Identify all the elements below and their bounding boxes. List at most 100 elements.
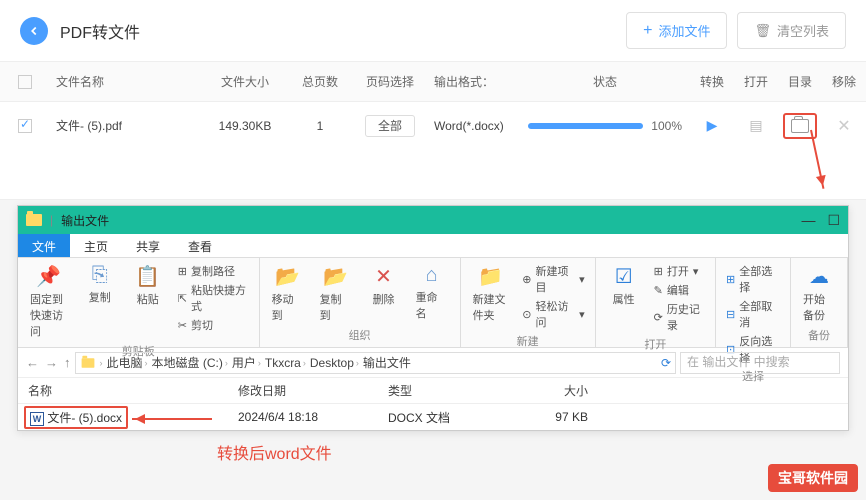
- nav-buttons: ← → ↑: [26, 355, 71, 370]
- copy-to-icon: 📂: [323, 264, 348, 289]
- copy-button[interactable]: ⎘复制: [80, 262, 120, 341]
- bc-seg[interactable]: 用户›: [232, 354, 261, 371]
- properties-icon: ☑: [615, 264, 633, 289]
- open-side: ⊞打开▾ ✎编辑 ⟳历史记录: [652, 262, 707, 334]
- minimize-button[interactable]: —: [801, 212, 815, 229]
- delete-button[interactable]: ✕删除: [364, 262, 404, 325]
- col-type[interactable]: 类型: [388, 382, 498, 399]
- paste-button[interactable]: 📋粘贴: [128, 262, 168, 341]
- progress-bar: [528, 123, 643, 129]
- refresh-button[interactable]: ⟳: [661, 356, 671, 370]
- open-button[interactable]: ▤: [734, 117, 778, 134]
- bc-seg[interactable]: Tkxcra›: [265, 356, 306, 370]
- edit-button[interactable]: ✎编辑: [652, 281, 707, 299]
- annotation-arrow-2: [132, 418, 212, 420]
- paste-shortcut-button[interactable]: ⇱粘贴快捷方式: [176, 281, 251, 315]
- file-type: DOCX 文档: [388, 409, 498, 426]
- bc-seg[interactable]: 本地磁盘 (C:)›: [152, 354, 228, 371]
- file-explorer-window: | 输出文件 — ☐ 文件 主页 共享 查看 📌固定到快速访问 ⎘复制 📋粘贴 …: [17, 205, 849, 431]
- nav-up-button[interactable]: ↑: [64, 355, 71, 370]
- backup-button[interactable]: ☁开始备份: [799, 262, 839, 325]
- new-folder-button[interactable]: 📁新建文件夹: [469, 262, 513, 331]
- tab-file[interactable]: 文件: [18, 234, 70, 257]
- history-button[interactable]: ⟳历史记录: [652, 300, 707, 334]
- open-folder-button[interactable]: [778, 113, 822, 139]
- convert-button[interactable]: ▶: [690, 117, 734, 134]
- row-checkbox[interactable]: [18, 119, 32, 133]
- col-page-select-header: 页码选择: [350, 73, 430, 90]
- open-item-button[interactable]: ⊞打开▾: [652, 262, 707, 280]
- tab-view[interactable]: 查看: [174, 234, 226, 257]
- top-header: PDF转文件 + 添加文件 🗑 清空列表: [0, 0, 866, 61]
- select-none-button[interactable]: ⊟全部取消: [724, 297, 782, 331]
- clipboard-side: ⊞复制路径 ⇱粘贴快捷方式 ✂剪切: [176, 262, 251, 341]
- window-controls: — ☐: [801, 212, 840, 229]
- bc-seg[interactable]: 输出文件: [363, 354, 411, 371]
- col-date[interactable]: 修改日期: [238, 382, 388, 399]
- cut-button[interactable]: ✂剪切: [176, 316, 251, 334]
- arrow-left-icon: [27, 24, 41, 38]
- explorer-titlebar[interactable]: | 输出文件 — ☐: [18, 206, 848, 234]
- rename-icon: ⌂: [426, 264, 438, 287]
- nav-back-button[interactable]: ←: [26, 355, 39, 370]
- bc-seg[interactable]: 此电脑›: [107, 354, 148, 371]
- tab-home[interactable]: 主页: [70, 234, 122, 257]
- col-status-header: 状态: [520, 73, 690, 90]
- select-side: ⊞全部选择 ⊟全部取消 ⊡反向选择: [724, 262, 782, 366]
- search-box[interactable]: 在 输出文件 中搜索: [680, 352, 840, 374]
- nav-forward-button[interactable]: →: [45, 355, 58, 370]
- select-all-button[interactable]: ⊞全部选择: [724, 262, 782, 296]
- new-side: ⊕新建项目▾ ⊙轻松访问▾: [520, 262, 586, 331]
- clear-list-button[interactable]: 🗑 清空列表: [737, 12, 846, 49]
- copy-path-button[interactable]: ⊞复制路径: [176, 262, 251, 280]
- easy-access-button[interactable]: ⊙轻松访问▾: [520, 297, 586, 331]
- file-name: 文件- (5).docx: [47, 411, 122, 425]
- file-date: 2024/6/4 18:18: [238, 410, 388, 424]
- rename-button[interactable]: ⌂重命名: [412, 262, 452, 325]
- col-dir-header: 目录: [778, 73, 822, 90]
- ribbon-group-clipboard: 📌固定到快速访问 ⎘复制 📋粘贴 ⊞复制路径 ⇱粘贴快捷方式 ✂剪切 剪贴板: [18, 258, 260, 347]
- folder-icon: [791, 119, 809, 133]
- folder-icon: [26, 214, 42, 226]
- new-item-button[interactable]: ⊕新建项目▾: [520, 262, 586, 296]
- row-page-select: 全部: [350, 117, 430, 134]
- pdf-converter-panel: PDF转文件 + 添加文件 🗑 清空列表 文件名称 文件大小 总页数 页码选择 …: [0, 0, 866, 200]
- col-pages-header: 总页数: [290, 73, 350, 90]
- remove-button[interactable]: ✕: [822, 116, 866, 136]
- copy-icon: ⎘: [92, 264, 108, 287]
- bc-seg[interactable]: Desktop›: [310, 356, 359, 370]
- maximize-button[interactable]: ☐: [827, 212, 840, 229]
- organize-label: 组织: [268, 325, 452, 343]
- col-name[interactable]: 名称: [28, 382, 238, 399]
- annotation-text: 转换后word文件: [217, 440, 332, 464]
- col-remove-header: 移除: [822, 73, 866, 90]
- row-checkbox-cell: [0, 118, 50, 133]
- document-icon: ▤: [749, 117, 762, 133]
- ribbon-group-organize: 📂移动到 📂复制到 ✕删除 ⌂重命名 组织: [260, 258, 461, 347]
- select-all-checkbox[interactable]: [18, 75, 32, 89]
- shortcut-icon: ⇱: [178, 292, 187, 305]
- page-select-button[interactable]: 全部: [365, 115, 415, 137]
- select-all-icon: ⊞: [726, 273, 735, 286]
- header-left: PDF转文件: [20, 17, 140, 45]
- trash-icon: 🗑: [754, 23, 771, 39]
- col-convert-header: 转换: [690, 73, 734, 90]
- add-file-button[interactable]: + 添加文件: [626, 12, 727, 49]
- pin-icon: 📌: [36, 264, 61, 289]
- row-pages: 1: [290, 119, 350, 133]
- delete-icon: ✕: [375, 264, 392, 289]
- file-size: 97 KB: [498, 410, 588, 424]
- back-button[interactable]: [20, 17, 48, 45]
- tab-share[interactable]: 共享: [122, 234, 174, 257]
- move-to-button[interactable]: 📂移动到: [268, 262, 308, 325]
- col-size[interactable]: 大小: [498, 382, 588, 399]
- pin-button[interactable]: 📌固定到快速访问: [26, 262, 72, 341]
- add-file-label: 添加文件: [658, 21, 710, 40]
- properties-button[interactable]: ☑属性: [604, 262, 644, 334]
- address-bar[interactable]: › 此电脑› 本地磁盘 (C:)› 用户› Tkxcra› Desktop› 输…: [75, 352, 677, 374]
- row-format: Word(*.docx): [430, 119, 520, 133]
- open-icon: ⊞: [654, 265, 663, 278]
- close-icon: ✕: [837, 118, 850, 135]
- copy-to-button[interactable]: 📂复制到: [316, 262, 356, 325]
- ribbon-group-new: 📁新建文件夹 ⊕新建项目▾ ⊙轻松访问▾ 新建: [461, 258, 596, 347]
